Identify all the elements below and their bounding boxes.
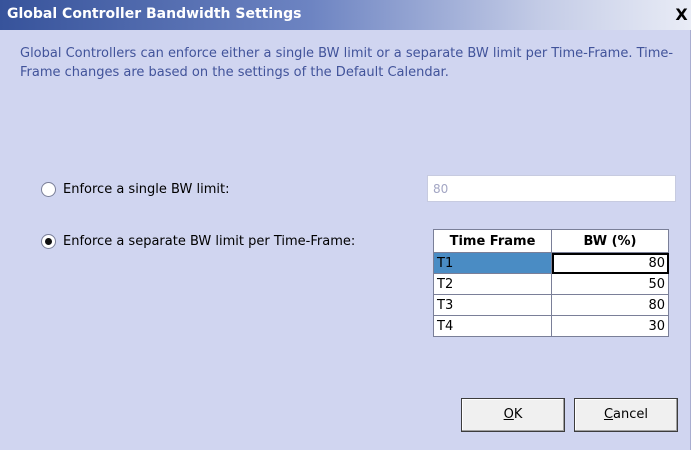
- separate-limit-radio[interactable]: [41, 234, 56, 249]
- bw-cell[interactable]: 30: [551, 315, 669, 337]
- time-frame-table: Time Frame BW (%) T1 80 T2 50 T3 80 T4 3…: [433, 229, 669, 337]
- ok-button[interactable]: OK: [461, 398, 565, 432]
- cancel-label-rest: ancel: [613, 407, 649, 422]
- separate-limit-label: Enforce a separate BW limit per Time-Fra…: [63, 234, 356, 249]
- bw-cell[interactable]: 80: [551, 294, 669, 316]
- description-text: Global Controllers can enforce either a …: [20, 46, 674, 80]
- table-row[interactable]: T3 80: [433, 294, 669, 316]
- table-row[interactable]: T1 80: [433, 252, 669, 274]
- separate-limit-option[interactable]: Enforce a separate BW limit per Time-Fra…: [41, 234, 355, 249]
- cancel-mnemonic: C: [603, 407, 614, 422]
- bw-cell[interactable]: 50: [551, 273, 669, 295]
- single-limit-radio[interactable]: [41, 182, 56, 197]
- time-frame-cell[interactable]: T1: [433, 252, 552, 274]
- close-icon[interactable]: X: [674, 6, 689, 24]
- time-frame-cell[interactable]: T4: [433, 315, 552, 337]
- window-title: Global Controller Bandwidth Settings: [7, 6, 302, 22]
- single-limit-label: Enforce a single BW limit:: [63, 182, 230, 197]
- ok-mnemonic: O: [503, 407, 514, 422]
- table-header-row: Time Frame BW (%): [433, 229, 669, 253]
- title-bar[interactable]: Global Controller Bandwidth Settings X: [0, 0, 691, 30]
- table-row[interactable]: T4 30: [433, 315, 669, 337]
- bw-cell[interactable]: 80: [551, 252, 669, 274]
- column-header-time-frame[interactable]: Time Frame: [433, 229, 552, 253]
- cancel-button[interactable]: Cancel: [574, 398, 678, 432]
- single-limit-input[interactable]: [427, 175, 676, 202]
- table-row[interactable]: T2 50: [433, 273, 669, 295]
- bandwidth-settings-dialog: Global Controller Bandwidth Settings X G…: [0, 0, 691, 450]
- column-header-bw[interactable]: BW (%): [551, 229, 669, 253]
- single-limit-option[interactable]: Enforce a single BW limit:: [41, 182, 229, 197]
- time-frame-cell[interactable]: T2: [433, 273, 552, 295]
- ok-label-rest: K: [513, 407, 523, 422]
- time-frame-cell[interactable]: T3: [433, 294, 552, 316]
